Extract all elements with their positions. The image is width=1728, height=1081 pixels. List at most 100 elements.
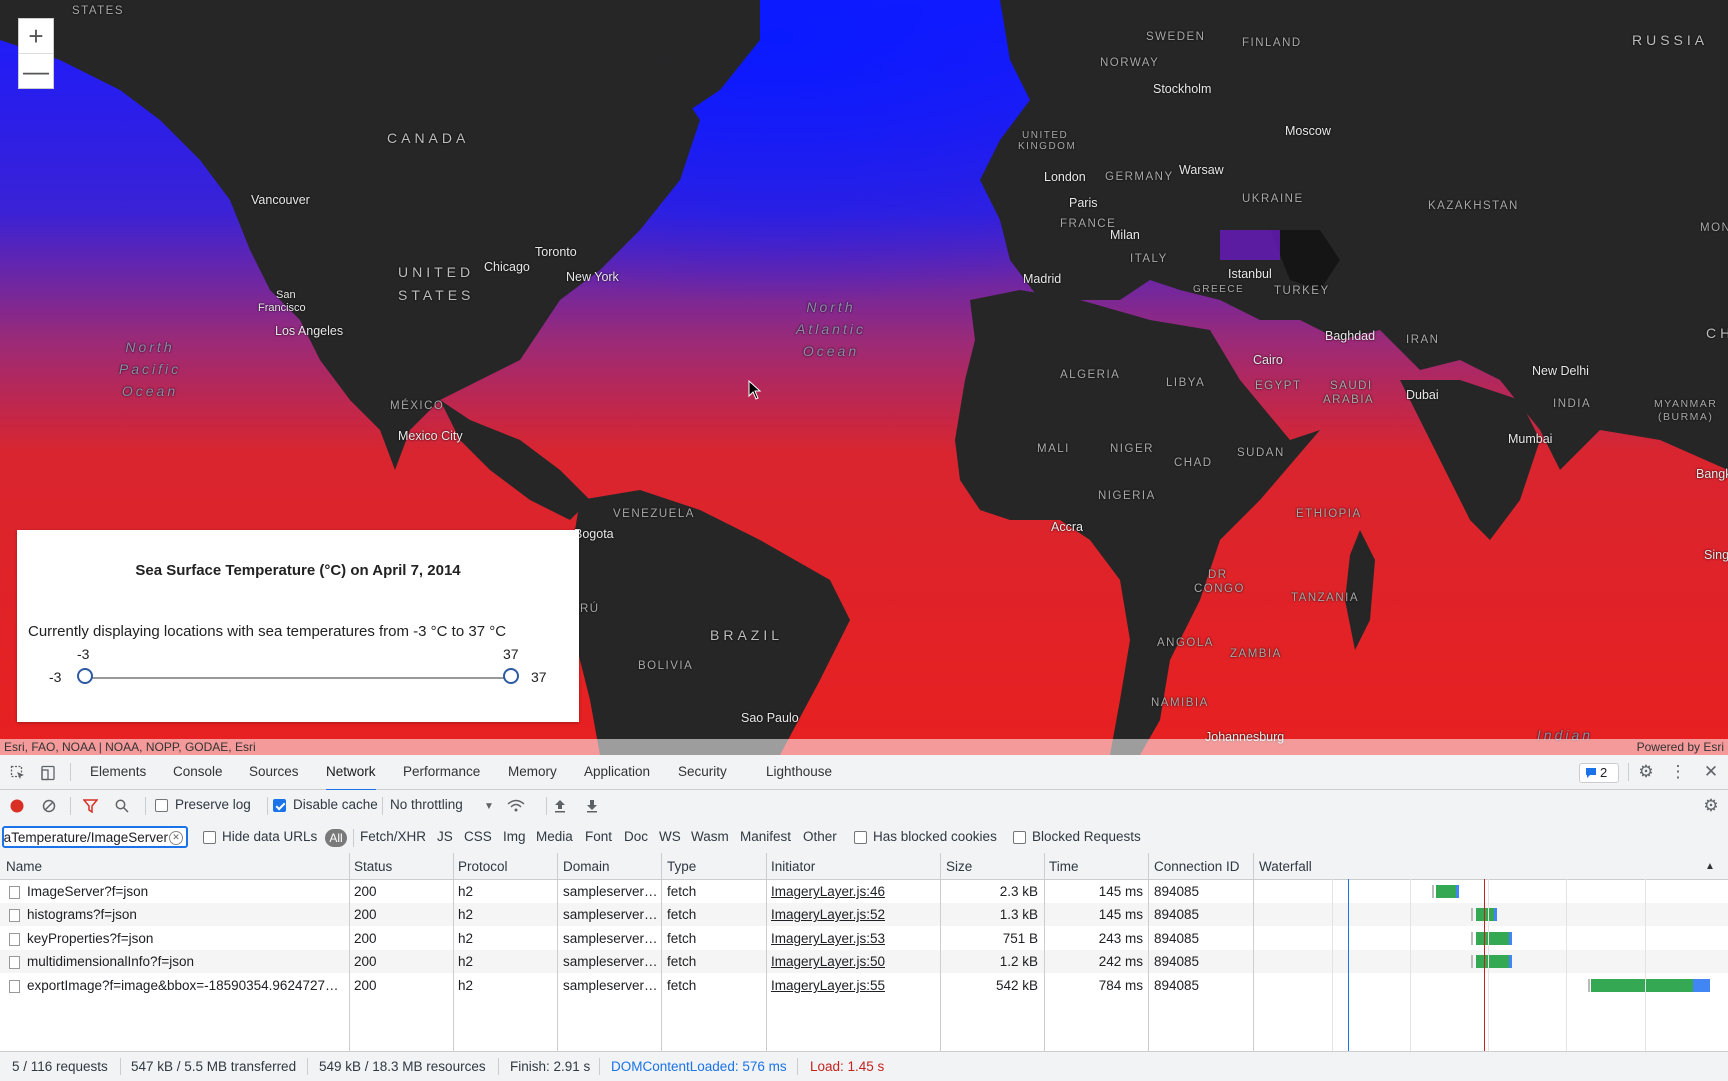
- filter-type-manifest[interactable]: Manifest: [740, 829, 791, 844]
- legend-description: Currently displaying locations with sea …: [28, 623, 507, 640]
- table-row[interactable]: exportImage?f=image&bbox=-18590354.96247…: [0, 974, 1728, 997]
- request-initiator-link[interactable]: ImageryLayer.js:53: [771, 931, 885, 946]
- filter-type-ws[interactable]: WS: [659, 829, 681, 844]
- inspect-element-icon[interactable]: [8, 763, 28, 783]
- request-initiator-link[interactable]: ImageryLayer.js:50: [771, 954, 885, 969]
- preserve-log-checkbox[interactable]: [155, 799, 168, 812]
- waterfall-download: [1494, 908, 1497, 921]
- column-header-type[interactable]: Type: [667, 859, 696, 874]
- waterfall-gridline: [1332, 879, 1333, 1053]
- waterfall-queue: [1432, 885, 1434, 898]
- filter-type-wasm[interactable]: Wasm: [691, 829, 729, 844]
- table-row[interactable]: ImageServer?f=json 200 h2 sampleserver… …: [0, 880, 1728, 903]
- map-label: CH: [1706, 325, 1728, 341]
- search-icon[interactable]: [114, 798, 130, 814]
- filter-input[interactable]: eaTemperature/ImageServer ✕: [2, 826, 188, 848]
- filter-type-css[interactable]: CSS: [464, 829, 492, 844]
- column-header-domain[interactable]: Domain: [563, 859, 610, 874]
- device-toolbar-icon[interactable]: [38, 763, 58, 783]
- column-divider[interactable]: [766, 853, 767, 1053]
- record-icon[interactable]: [9, 798, 25, 814]
- column-header-protocol[interactable]: Protocol: [458, 859, 508, 874]
- tab-lighthouse[interactable]: Lighthouse: [766, 755, 832, 789]
- network-settings-gear-icon[interactable]: ⚙: [1701, 796, 1721, 816]
- request-initiator-link[interactable]: ImageryLayer.js:55: [771, 978, 885, 993]
- tab-application[interactable]: Application: [584, 755, 650, 789]
- hide-data-urls-checkbox[interactable]: [203, 831, 216, 844]
- column-header-initiator[interactable]: Initiator: [771, 859, 815, 874]
- map-label: EGYPT: [1255, 380, 1302, 392]
- more-options-icon[interactable]: ⋮: [1668, 762, 1688, 782]
- blocked-requests-checkbox[interactable]: [1013, 831, 1026, 844]
- tab-memory[interactable]: Memory: [508, 755, 557, 789]
- filter-type-fetch-xhr[interactable]: Fetch/XHR: [360, 829, 426, 844]
- table-row[interactable]: histograms?f=json 200 h2 sampleserver… f…: [0, 903, 1728, 926]
- column-header-waterfall[interactable]: Waterfall: [1259, 859, 1312, 874]
- filter-type-img[interactable]: Img: [503, 829, 526, 844]
- column-divider[interactable]: [1253, 853, 1254, 1053]
- request-initiator-link[interactable]: ImageryLayer.js:52: [771, 907, 885, 922]
- import-har-icon[interactable]: [552, 798, 568, 814]
- column-divider[interactable]: [1148, 853, 1149, 1053]
- tab-performance[interactable]: Performance: [403, 755, 480, 789]
- filter-type-doc[interactable]: Doc: [624, 829, 648, 844]
- request-name: keyProperties?f=json: [27, 931, 154, 946]
- column-divider[interactable]: [349, 853, 350, 1053]
- city-label: Chicago: [484, 260, 530, 274]
- powered-by-esri[interactable]: Powered by Esri: [1637, 740, 1724, 754]
- issues-badge[interactable]: 2: [1579, 763, 1619, 783]
- zoom-out-button[interactable]: —: [19, 53, 53, 88]
- column-header-connection-id[interactable]: Connection ID: [1154, 859, 1240, 874]
- map-label: FINLAND: [1242, 37, 1302, 49]
- slider-max-thumb[interactable]: [503, 668, 519, 684]
- column-divider[interactable]: [557, 853, 558, 1053]
- tab-elements[interactable]: Elements: [90, 755, 146, 789]
- throttling-select[interactable]: No throttling: [390, 797, 463, 812]
- table-row[interactable]: keyProperties?f=json 200 h2 sampleserver…: [0, 927, 1728, 950]
- zoom-in-button[interactable]: +: [19, 19, 53, 53]
- chevron-down-icon[interactable]: ▼: [482, 798, 496, 814]
- tab-console[interactable]: Console: [173, 755, 223, 789]
- disable-cache-checkbox[interactable]: [273, 799, 286, 812]
- request-type: fetch: [667, 907, 697, 922]
- map-label: CANADA: [387, 130, 470, 146]
- slider-min-thumb[interactable]: [77, 668, 93, 684]
- request-name: ImageServer?f=json: [27, 884, 149, 899]
- tab-sources[interactable]: Sources: [249, 755, 299, 789]
- request-time: 242 ms: [1098, 954, 1143, 969]
- column-divider[interactable]: [1044, 853, 1045, 1053]
- network-conditions-icon[interactable]: [507, 798, 525, 814]
- column-divider[interactable]: [661, 853, 662, 1053]
- resource-icon: [9, 980, 20, 993]
- request-domain: sampleserver…: [563, 954, 658, 969]
- close-devtools-icon[interactable]: ✕: [1701, 762, 1721, 782]
- tab-network[interactable]: Network: [326, 755, 376, 791]
- filter-icon[interactable]: [82, 798, 98, 814]
- filter-type-js[interactable]: JS: [437, 829, 453, 844]
- column-header-status[interactable]: Status: [354, 859, 392, 874]
- has-blocked-cookies-checkbox[interactable]: [854, 831, 867, 844]
- table-row[interactable]: multidimensionalInfo?f=json 200 h2 sampl…: [0, 950, 1728, 973]
- column-divider[interactable]: [453, 853, 454, 1053]
- request-protocol: h2: [458, 978, 474, 993]
- attribution-text: Esri, FAO, NOAA | NOAA, NOPP, GODAE, Esr…: [4, 740, 256, 754]
- column-divider[interactable]: [940, 853, 941, 1053]
- slider-track[interactable]: [85, 677, 515, 679]
- column-header-size[interactable]: Size: [946, 859, 972, 874]
- filter-type-other[interactable]: Other: [803, 829, 837, 844]
- export-har-icon[interactable]: [584, 798, 600, 814]
- clear-filter-icon[interactable]: ✕: [169, 831, 183, 845]
- request-time: 145 ms: [1098, 907, 1143, 922]
- filter-type-font[interactable]: Font: [585, 829, 612, 844]
- clear-icon[interactable]: [41, 798, 57, 814]
- sort-ascending-icon[interactable]: ▲: [1705, 861, 1715, 872]
- request-size: 542 kB: [995, 978, 1038, 993]
- request-initiator-link[interactable]: ImageryLayer.js:46: [771, 884, 885, 899]
- tab-security[interactable]: Security: [678, 755, 727, 789]
- settings-gear-icon[interactable]: ⚙: [1636, 762, 1656, 782]
- map-view[interactable]: + — STATES CANADA UNITED STATES MÉXICO V…: [0, 0, 1728, 755]
- column-header-time[interactable]: Time: [1049, 859, 1079, 874]
- filter-type-all[interactable]: All: [325, 829, 347, 847]
- filter-type-media[interactable]: Media: [536, 829, 573, 844]
- column-header-name[interactable]: Name: [6, 859, 42, 874]
